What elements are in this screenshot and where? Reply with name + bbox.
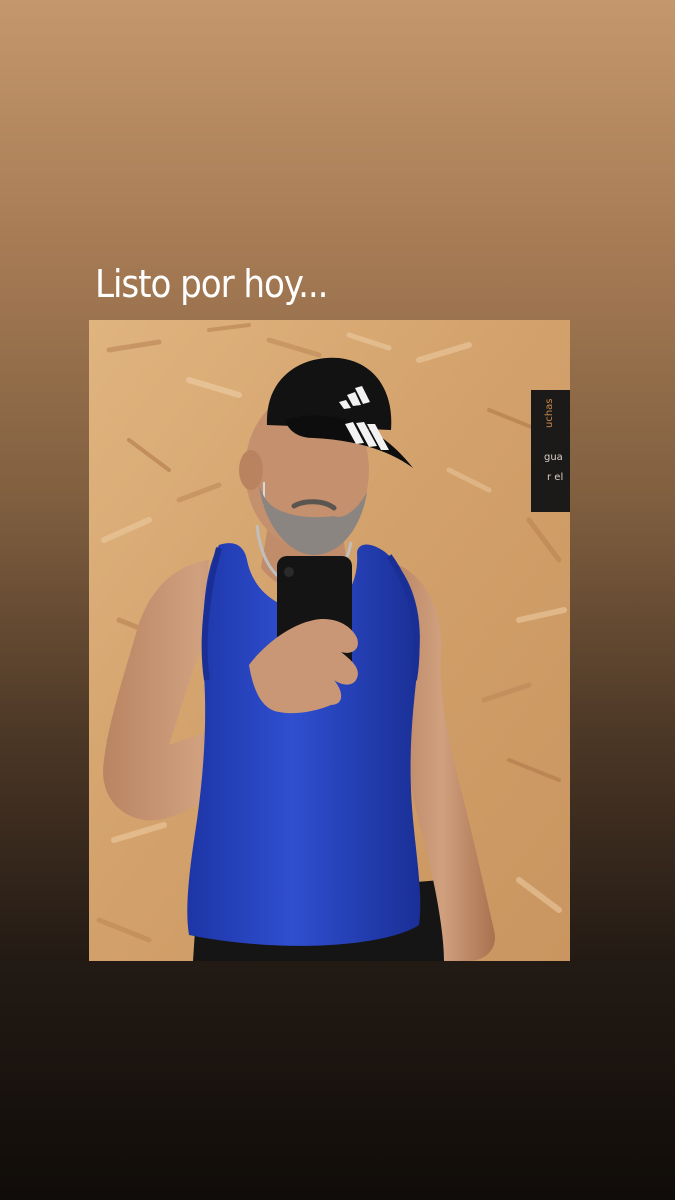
mirror-selfie-illustration: uchas gua r el — [89, 320, 570, 961]
wall-sign-line-1: uchas — [544, 398, 555, 428]
story-caption: Listo por hoy... — [95, 262, 329, 306]
story-photo: uchas gua r el — [89, 320, 570, 961]
ear — [239, 450, 263, 490]
wall-sign: uchas gua r el — [531, 390, 570, 512]
phone-camera-icon — [284, 567, 294, 577]
wall-sign-line-3: r el — [547, 472, 563, 483]
wall-sign-line-2: gua — [544, 452, 563, 463]
